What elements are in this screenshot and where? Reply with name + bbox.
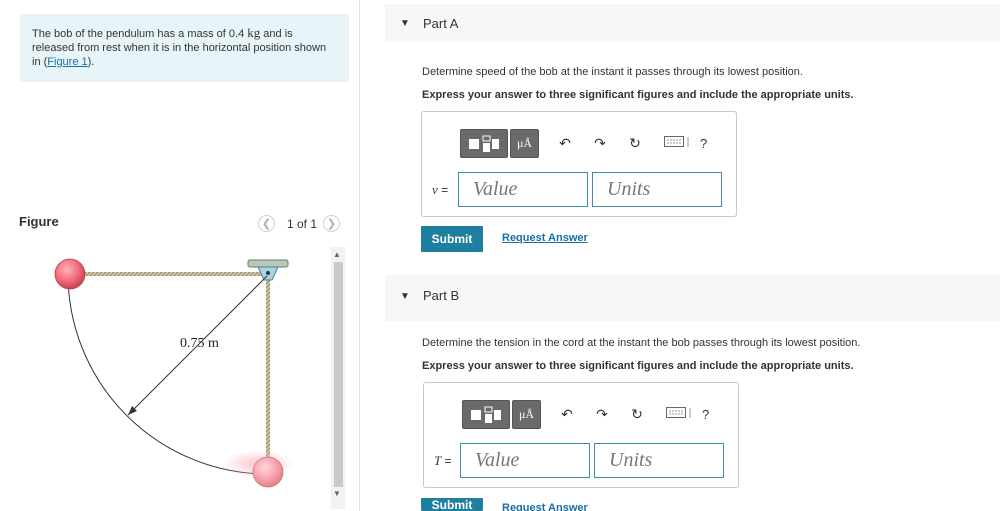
part-a-header[interactable]: ▼ Part A bbox=[385, 4, 1000, 42]
part-a-title: Part A bbox=[423, 16, 459, 31]
part-a-instruction: Express your answer to three significant… bbox=[422, 89, 854, 101]
template-button[interactable] bbox=[460, 129, 508, 158]
part-b-title: Part B bbox=[423, 288, 460, 303]
template-icon bbox=[469, 135, 499, 152]
part-b-header[interactable]: ▼ Part B bbox=[385, 275, 1000, 321]
mass-unit: kg bbox=[247, 25, 261, 40]
length-label: 0.75 m bbox=[180, 336, 219, 351]
horizontal-cord bbox=[76, 272, 268, 276]
reset-icon[interactable]: ↻ bbox=[628, 406, 646, 423]
swing-arc bbox=[67, 273, 269, 475]
problem-statement: The bob of the pendulum has a mass of 0.… bbox=[20, 14, 349, 82]
part-a-answer-box: μÅ ↶ ↷ ↻ ? v = Value Units bbox=[421, 111, 737, 217]
next-figure-button[interactable]: ❯ bbox=[323, 215, 341, 232]
pendulum-figure: 0.75 m bbox=[54, 258, 294, 488]
undo-icon[interactable]: ↶ bbox=[556, 135, 574, 152]
scroll-up-arrow-icon[interactable]: ▲ bbox=[333, 250, 341, 259]
reset-icon[interactable]: ↻ bbox=[626, 135, 644, 152]
figure-scrollbar-thumb[interactable] bbox=[334, 262, 343, 487]
equals-sign: = bbox=[441, 454, 452, 468]
template-icon bbox=[471, 406, 501, 423]
equals-sign: = bbox=[437, 183, 449, 197]
math-toolbar: μÅ ↶ ↷ ↻ ? bbox=[460, 129, 707, 158]
part-a-request-answer-link[interactable]: Request Answer bbox=[502, 232, 588, 244]
undo-icon[interactable]: ↶ bbox=[558, 406, 576, 423]
panel-divider bbox=[359, 0, 360, 511]
vertical-cord bbox=[266, 276, 270, 460]
units-input[interactable]: Units bbox=[594, 443, 724, 478]
collapse-caret-icon[interactable]: ▼ bbox=[400, 291, 410, 302]
template-button[interactable] bbox=[462, 400, 510, 429]
value-input[interactable]: Value bbox=[460, 443, 590, 478]
part-a-question: Determine speed of the bob at the instan… bbox=[422, 66, 803, 78]
part-b-request-answer-link[interactable]: Request Answer bbox=[502, 502, 588, 511]
part-b-question: Determine the tension in the cord at the… bbox=[422, 337, 861, 349]
keyboard-icon[interactable] bbox=[664, 135, 690, 153]
problem-text: The bob of the pendulum has a mass of 0.… bbox=[32, 28, 248, 40]
pivot-support bbox=[247, 259, 289, 268]
units-button[interactable]: μÅ bbox=[512, 400, 541, 429]
figure-navigation: ❮ 1 of 1 ❯ bbox=[258, 215, 341, 232]
variable-label: T = bbox=[434, 453, 452, 469]
variable-label: v = bbox=[432, 182, 448, 198]
chevron-right-icon: ❯ bbox=[326, 218, 337, 230]
keyboard-icon[interactable] bbox=[666, 406, 692, 424]
scroll-down-arrow-icon[interactable]: ▼ bbox=[333, 489, 341, 498]
redo-icon[interactable]: ↷ bbox=[593, 406, 611, 423]
part-b-submit-button[interactable]: Submit bbox=[421, 498, 483, 511]
units-input[interactable]: Units bbox=[592, 172, 722, 207]
part-a-submit-button[interactable]: Submit bbox=[421, 226, 483, 252]
prev-figure-button[interactable]: ❮ bbox=[258, 215, 275, 232]
help-button[interactable]: ? bbox=[700, 136, 707, 151]
math-toolbar: μÅ ↶ ↷ ↻ ? bbox=[462, 400, 709, 429]
figure-counter: 1 of 1 bbox=[287, 216, 318, 231]
problem-text-end: ). bbox=[87, 56, 95, 68]
chevron-left-icon: ❮ bbox=[261, 218, 272, 230]
bob-initial bbox=[54, 258, 86, 290]
redo-icon[interactable]: ↷ bbox=[591, 135, 609, 152]
collapse-caret-icon[interactable]: ▼ bbox=[400, 18, 410, 29]
value-input[interactable]: Value bbox=[458, 172, 588, 207]
bob-lowest bbox=[252, 456, 284, 488]
part-b-instruction: Express your answer to three significant… bbox=[422, 360, 854, 372]
figure-link[interactable]: Figure 1 bbox=[47, 56, 87, 68]
units-button[interactable]: μÅ bbox=[510, 129, 539, 158]
help-button[interactable]: ? bbox=[702, 407, 709, 422]
figure-heading: Figure bbox=[19, 214, 59, 229]
part-b-answer-box: μÅ ↶ ↷ ↻ ? T = Value Units bbox=[423, 382, 739, 488]
